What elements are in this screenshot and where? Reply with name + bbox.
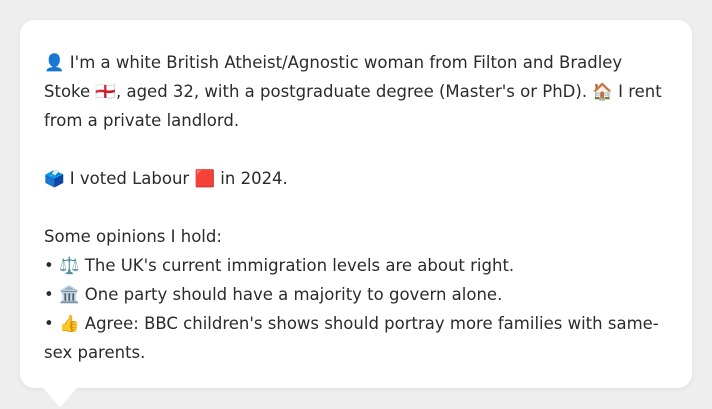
classical-building-icon: 🏛️ [58,285,80,304]
opinions-heading: Some opinions I hold: [44,227,222,246]
opinion-text: The UK's current immigration levels are … [84,256,515,275]
thumbs-up-icon: 👍 [58,314,80,333]
bio-paragraph: 👤 I'm a white British Atheist/Agnostic w… [44,48,668,135]
bullet: • [44,256,54,275]
ballot-box-icon: 🗳️ [44,169,65,188]
bio-text-2: , aged 32, with a postgraduate degree (M… [115,82,588,101]
vote-text-1: I voted Labour [69,169,190,188]
opinion-item: • 🏛️ One party should have a majority to… [44,280,668,309]
red-square-icon: 🟥 [194,169,216,188]
opinion-item: • ⚖️ The UK's current immigration levels… [44,251,668,280]
bullet: • [44,314,54,333]
person-icon: 👤 [44,53,65,72]
opinion-text: One party should have a majority to gove… [84,285,503,304]
opinion-text: Agree: BBC children's shows should portr… [44,314,659,362]
balance-scale-icon: ⚖️ [58,256,80,275]
persona-card: 👤 I'm a white British Atheist/Agnostic w… [20,20,692,388]
speech-bubble-tail [42,387,78,407]
bullet: • [44,285,54,304]
england-flag-icon: 🏴󠁧󠁢󠁥󠁮󠁧󠁿 [95,82,116,101]
house-icon: 🏠 [592,82,613,101]
opinion-item: • 👍 Agree: BBC children's shows should p… [44,309,668,367]
vote-paragraph: 🗳️ I voted Labour 🟥 in 2024. [44,164,668,193]
vote-text-2: in 2024. [220,169,288,188]
